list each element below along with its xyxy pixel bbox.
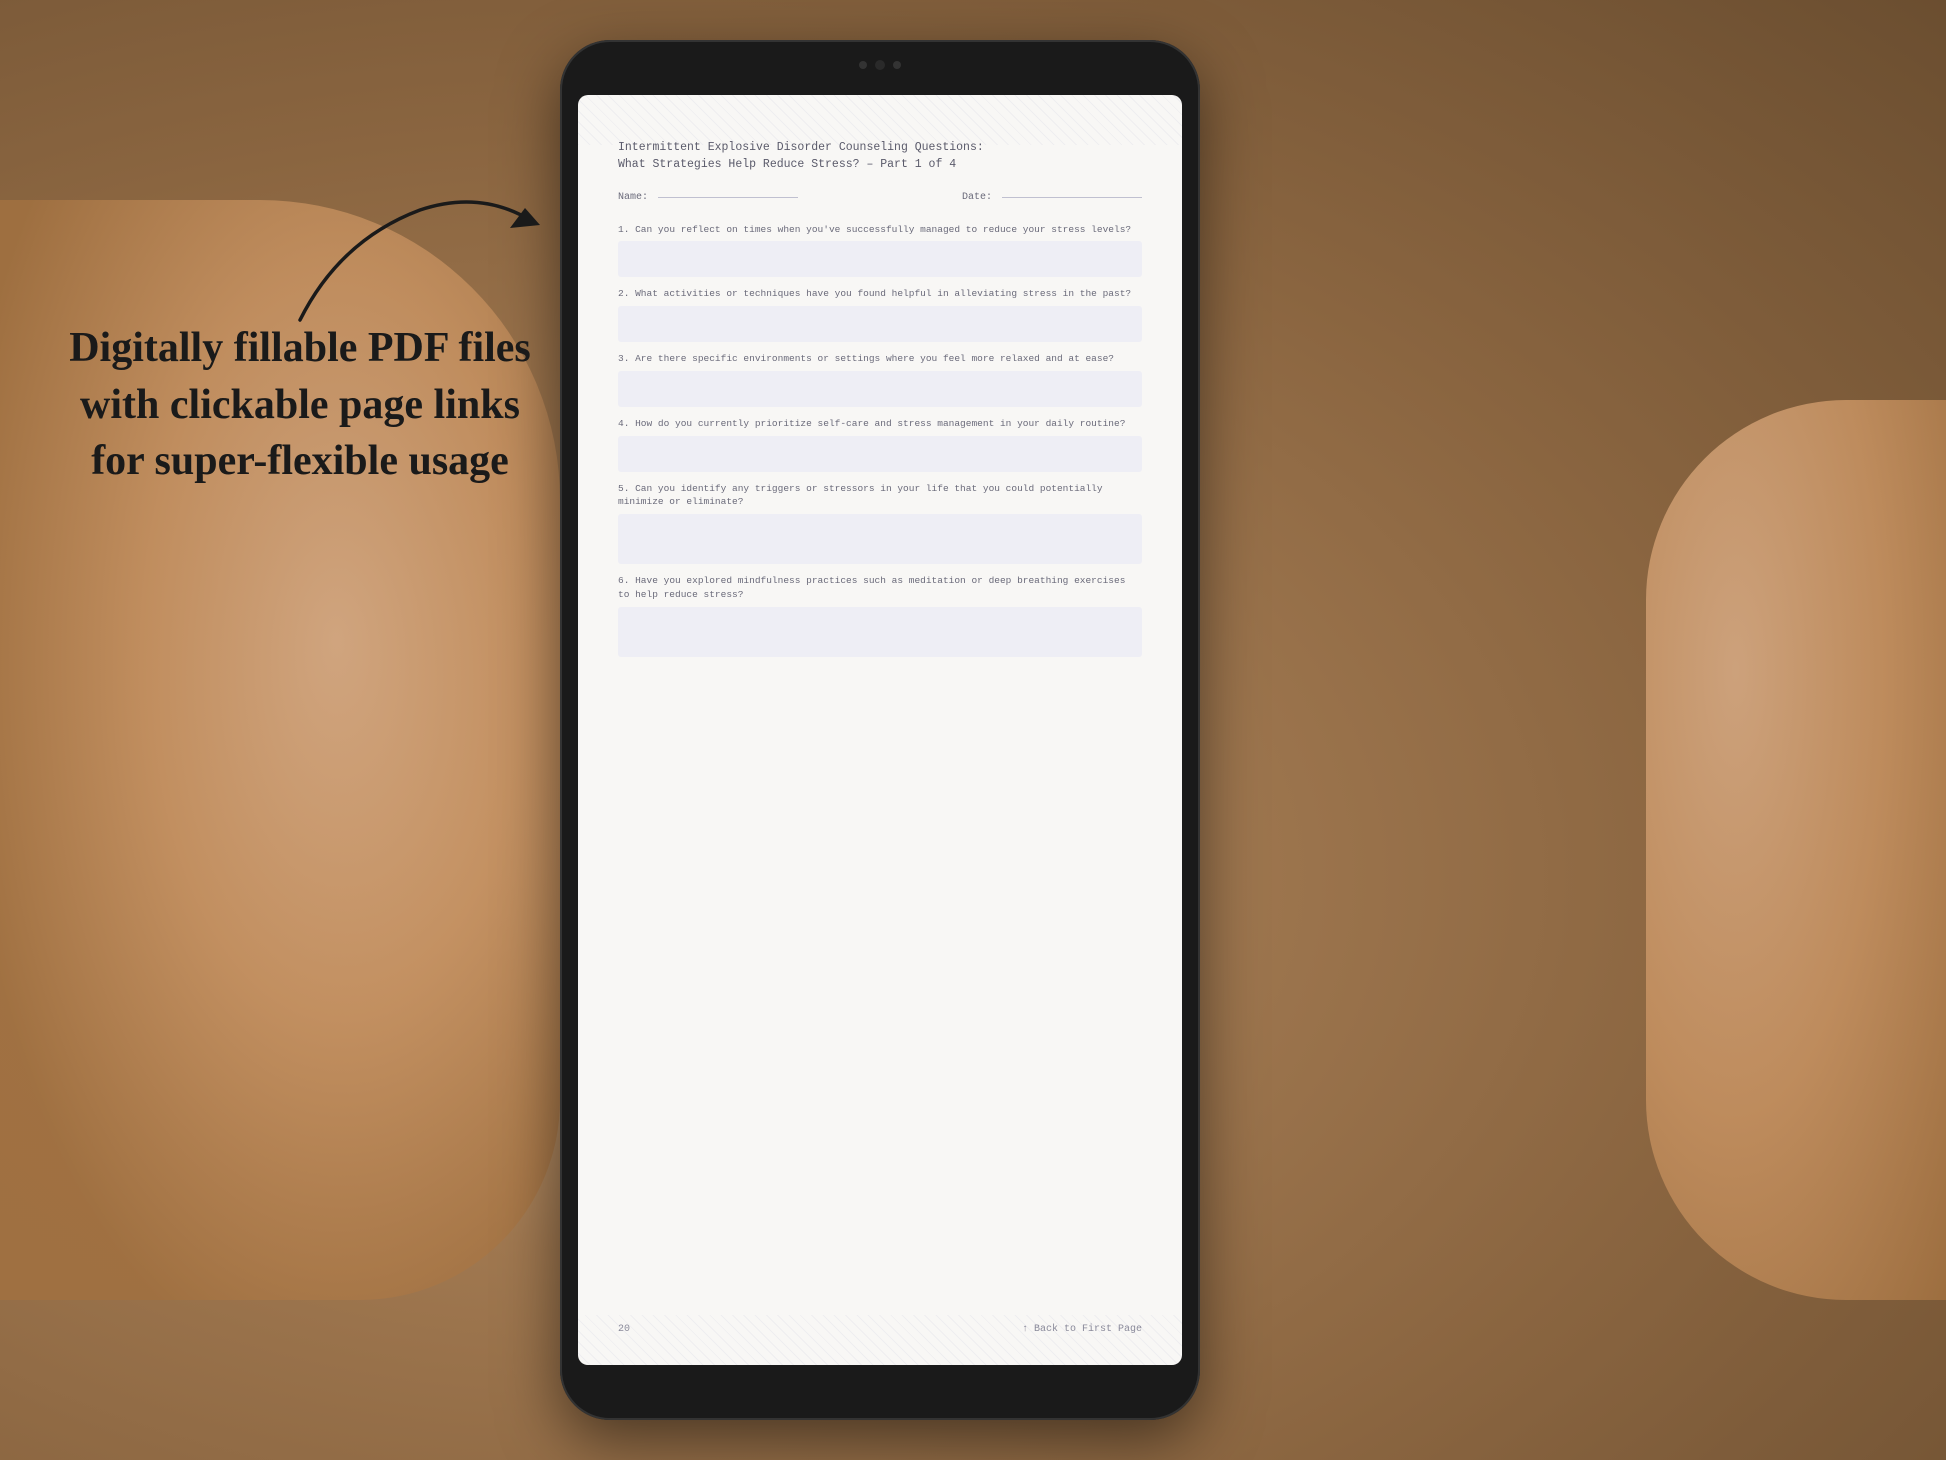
question-item: 4. How do you currently prioritize self-… (618, 417, 1142, 472)
question-text: 1. Can you reflect on times when you've … (618, 223, 1142, 237)
tablet-camera (859, 60, 901, 70)
tablet-device: Intermittent Explosive Disorder Counseli… (560, 40, 1200, 1420)
answer-box[interactable] (618, 371, 1142, 407)
deco-bottom (578, 1315, 1182, 1365)
answer-box[interactable] (618, 607, 1142, 657)
question-text: 6. Have you explored mindfulness practic… (618, 574, 1142, 602)
question-text: 4. How do you currently prioritize self-… (618, 417, 1142, 431)
camera-dot-1 (859, 61, 867, 69)
promo-text: Digitally fillable PDF files with clicka… (60, 320, 540, 490)
camera-dot-main (875, 60, 885, 70)
question-text: 5. Can you identify any triggers or stre… (618, 482, 1142, 510)
name-label: Name: (618, 192, 648, 203)
tablet-screen: Intermittent Explosive Disorder Counseli… (578, 95, 1182, 1365)
answer-box[interactable] (618, 306, 1142, 342)
date-label: Date: (962, 192, 992, 203)
camera-dot-2 (893, 61, 901, 69)
question-item: 5. Can you identify any triggers or stre… (618, 482, 1142, 565)
answer-box[interactable] (618, 514, 1142, 564)
date-field-line (1002, 197, 1142, 198)
questions-list: 1. Can you reflect on times when you've … (618, 223, 1142, 1305)
pdf-page: Intermittent Explosive Disorder Counseli… (578, 95, 1182, 1365)
name-field-line (658, 197, 798, 198)
question-item: 3. Are there specific environments or se… (618, 352, 1142, 407)
arrow-decoration (240, 160, 560, 340)
question-item: 1. Can you reflect on times when you've … (618, 223, 1142, 278)
answer-box[interactable] (618, 241, 1142, 277)
question-text: 3. Are there specific environments or se… (618, 352, 1142, 366)
hand-right (1646, 400, 1946, 1300)
question-item: 2. What activities or techniques have yo… (618, 287, 1142, 342)
name-date-row: Name: Date: (618, 192, 1142, 203)
question-item: 6. Have you explored mindfulness practic… (618, 574, 1142, 657)
question-text: 2. What activities or techniques have yo… (618, 287, 1142, 301)
answer-box[interactable] (618, 436, 1142, 472)
pdf-title-line2: What Strategies Help Reduce Stress? – Pa… (618, 156, 1142, 173)
deco-top (578, 95, 1182, 145)
promo-headline: Digitally fillable PDF files with clicka… (60, 320, 540, 490)
